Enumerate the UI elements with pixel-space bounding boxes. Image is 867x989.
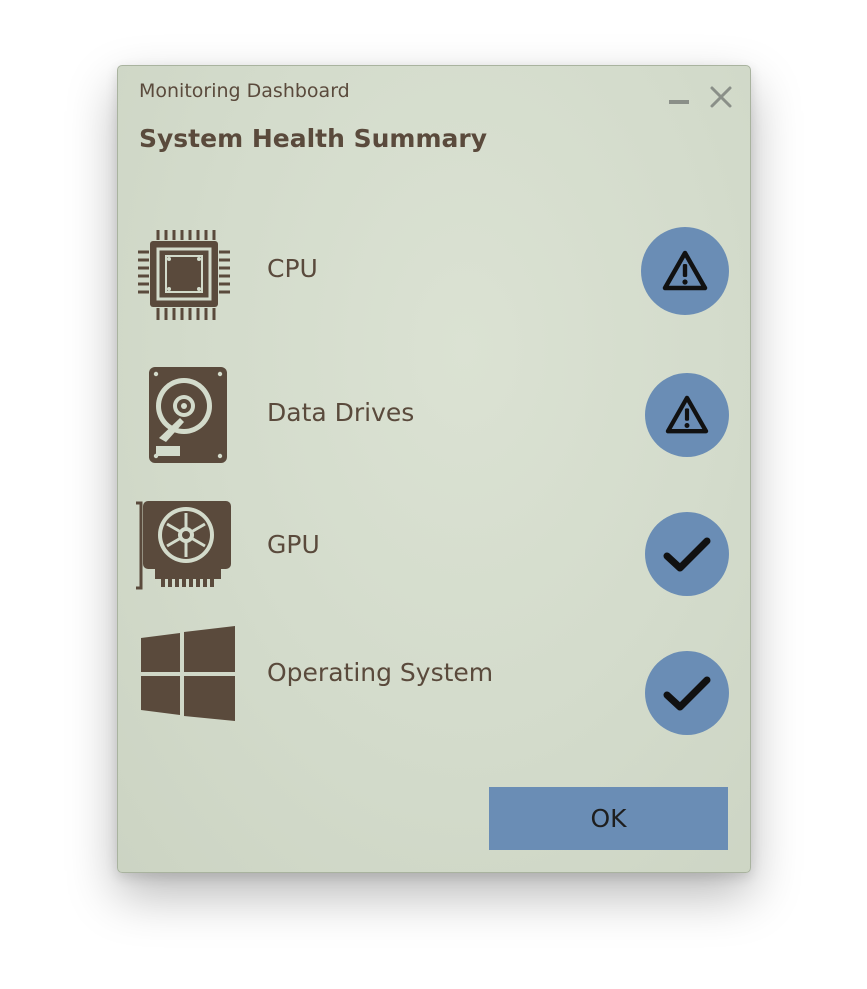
warning-icon: [665, 395, 709, 434]
component-row-data-drives: Data Drives: [118, 366, 750, 466]
component-label: Operating System: [267, 658, 494, 687]
status-badge-ok: [645, 512, 729, 596]
status-badge-warning: [645, 373, 729, 457]
system-health-dialog: Monitoring Dashboard System Health Summa…: [117, 65, 751, 873]
component-label: Data Drives: [267, 398, 415, 427]
windows-logo-icon: [141, 626, 235, 721]
checkmark-icon: [663, 537, 711, 572]
minimize-button[interactable]: [666, 84, 692, 110]
ok-button[interactable]: OK: [489, 787, 728, 850]
window-title: Monitoring Dashboard: [139, 80, 350, 102]
status-badge-ok: [645, 651, 729, 735]
checkmark-icon: [663, 676, 711, 711]
warning-icon: [662, 250, 708, 291]
component-row-operating-system: Operating System: [118, 626, 750, 735]
cpu-icon: [138, 230, 230, 320]
gpu-icon: [136, 501, 231, 590]
page-title: System Health Summary: [139, 124, 488, 153]
component-row-gpu: GPU: [118, 500, 750, 596]
close-button[interactable]: [708, 84, 734, 110]
hard-drive-icon: [149, 367, 227, 463]
component-label: CPU: [267, 254, 318, 283]
component-label: GPU: [267, 530, 320, 559]
status-badge-warning: [641, 227, 729, 315]
component-row-cpu: CPU: [118, 226, 750, 322]
minimize-icon: [669, 100, 689, 104]
close-icon: [710, 86, 732, 108]
